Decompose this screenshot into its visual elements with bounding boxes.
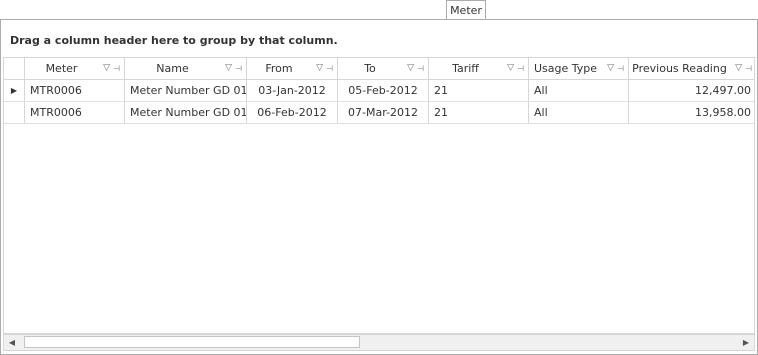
cell-to[interactable]: 05-Feb-2012 [338, 80, 429, 101]
column-header-to[interactable]: To ▽ ⊣ [338, 58, 429, 79]
cell-previous-reading[interactable]: 12,497.00 [629, 80, 754, 101]
filter-icon[interactable]: ▽ [316, 58, 323, 79]
column-header-label: Tariff [452, 62, 479, 75]
cell-meter[interactable]: MTR0006 [25, 102, 125, 123]
scroll-right-icon[interactable]: ▶ [738, 335, 754, 350]
horizontal-scrollbar[interactable]: ◀ ▶ [3, 334, 755, 351]
scroll-left-icon[interactable]: ◀ [4, 335, 20, 350]
pin-icon[interactable]: ⊣ [745, 58, 752, 79]
cell-name[interactable]: Meter Number GD 01 [125, 80, 247, 101]
column-header-label: From [265, 62, 293, 75]
filter-icon[interactable]: ▽ [225, 58, 232, 79]
data-grid: Meter ▽ ⊣ Name ▽ ⊣ From ▽ ⊣ To ▽ ⊣ Tarif… [3, 57, 755, 334]
column-header-row: Meter ▽ ⊣ Name ▽ ⊣ From ▽ ⊣ To ▽ ⊣ Tarif… [4, 58, 754, 80]
pin-icon[interactable]: ⊣ [617, 58, 624, 79]
column-header-label: Previous Reading [632, 62, 727, 75]
row-indicator-header [4, 58, 25, 79]
pin-icon[interactable]: ⊣ [113, 58, 120, 79]
scrollbar-thumb[interactable] [24, 336, 360, 348]
filter-icon[interactable]: ▽ [607, 58, 614, 79]
column-header-usage-type[interactable]: Usage Type ▽ ⊣ [529, 58, 629, 79]
table-row[interactable]: MTR0006 Meter Number GD 01 06-Feb-2012 0… [4, 102, 754, 124]
cell-to[interactable]: 07-Mar-2012 [338, 102, 429, 123]
filter-icon[interactable]: ▽ [407, 58, 414, 79]
filter-icon[interactable]: ▽ [735, 58, 742, 79]
pin-icon[interactable]: ⊣ [326, 58, 333, 79]
cell-tariff[interactable]: 21 [429, 102, 529, 123]
cell-usage-type[interactable]: All [529, 102, 629, 123]
column-header-label: Meter [45, 62, 78, 75]
cell-previous-reading[interactable]: 13,958.00 [629, 102, 754, 123]
pin-icon[interactable]: ⊣ [517, 58, 524, 79]
cell-meter[interactable]: MTR0006 [25, 80, 125, 101]
column-header-label: To [364, 62, 376, 75]
column-header-label: Name [156, 62, 189, 75]
column-header-meter[interactable]: Meter ▽ ⊣ [25, 58, 125, 79]
cell-from[interactable]: 06-Feb-2012 [247, 102, 338, 123]
cell-usage-type[interactable]: All [529, 80, 629, 101]
table-row[interactable]: ▶ MTR0006 Meter Number GD 01 03-Jan-2012… [4, 80, 754, 102]
column-header-name[interactable]: Name ▽ ⊣ [125, 58, 247, 79]
group-by-panel[interactable]: Drag a column header here to group by th… [10, 34, 338, 47]
grid-panel: Drag a column header here to group by th… [0, 19, 758, 355]
row-indicator-icon: ▶ [4, 80, 25, 101]
filter-icon[interactable]: ▽ [103, 58, 110, 79]
pin-icon[interactable]: ⊣ [417, 58, 424, 79]
tab-meter[interactable]: Meter [446, 0, 486, 19]
cell-from[interactable]: 03-Jan-2012 [247, 80, 338, 101]
column-header-tariff[interactable]: Tariff ▽ ⊣ [429, 58, 529, 79]
column-header-from[interactable]: From ▽ ⊣ [247, 58, 338, 79]
pin-icon[interactable]: ⊣ [235, 58, 242, 79]
column-header-label: Usage Type [533, 62, 598, 75]
cell-name[interactable]: Meter Number GD 01 [125, 102, 247, 123]
column-header-previous-reading[interactable]: Previous Reading ▽ ⊣ [629, 58, 754, 79]
filter-icon[interactable]: ▽ [507, 58, 514, 79]
cell-tariff[interactable]: 21 [429, 80, 529, 101]
row-indicator [4, 102, 25, 123]
